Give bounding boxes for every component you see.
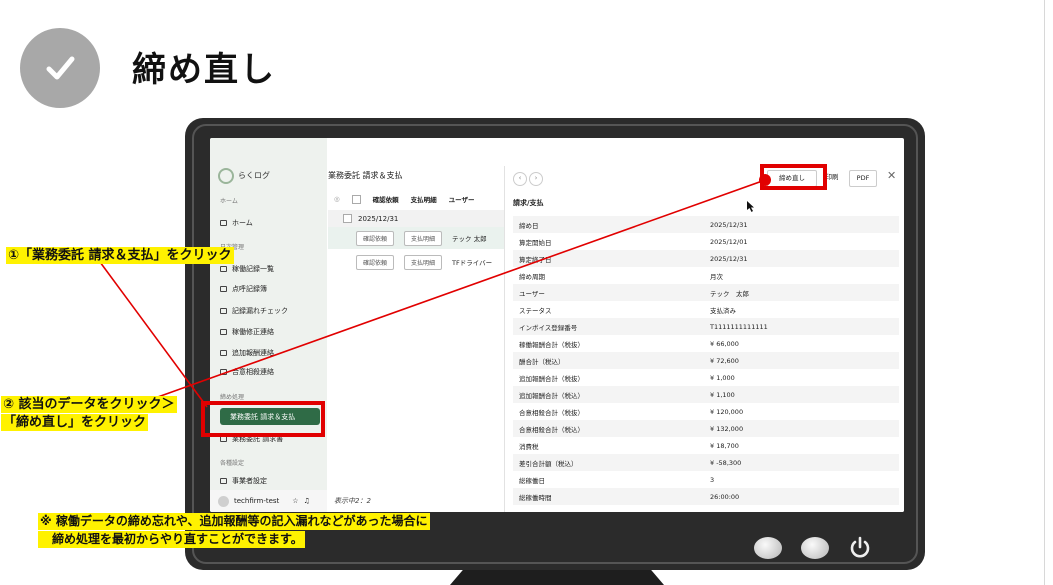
pointer-dot bbox=[759, 174, 771, 186]
note-line1: ※ 稼働データの締め忘れや、追加報酬等の記入漏れなどがあった場合に bbox=[38, 513, 430, 530]
callout-step2-line2: 「締め直し」をクリック bbox=[1, 414, 149, 431]
note-line2: 締め処理を最初からやり直すことができます。 bbox=[38, 531, 305, 548]
annotation-lines bbox=[99, 179, 766, 408]
callout-step2-line1: ② 該当のデータをクリック＞ bbox=[1, 396, 177, 413]
highlight-sidebar-billing bbox=[201, 401, 325, 437]
connector-line-step2 bbox=[154, 179, 766, 399]
callout-step1: ①「業務委託 請求＆支払」をクリック bbox=[6, 247, 234, 264]
